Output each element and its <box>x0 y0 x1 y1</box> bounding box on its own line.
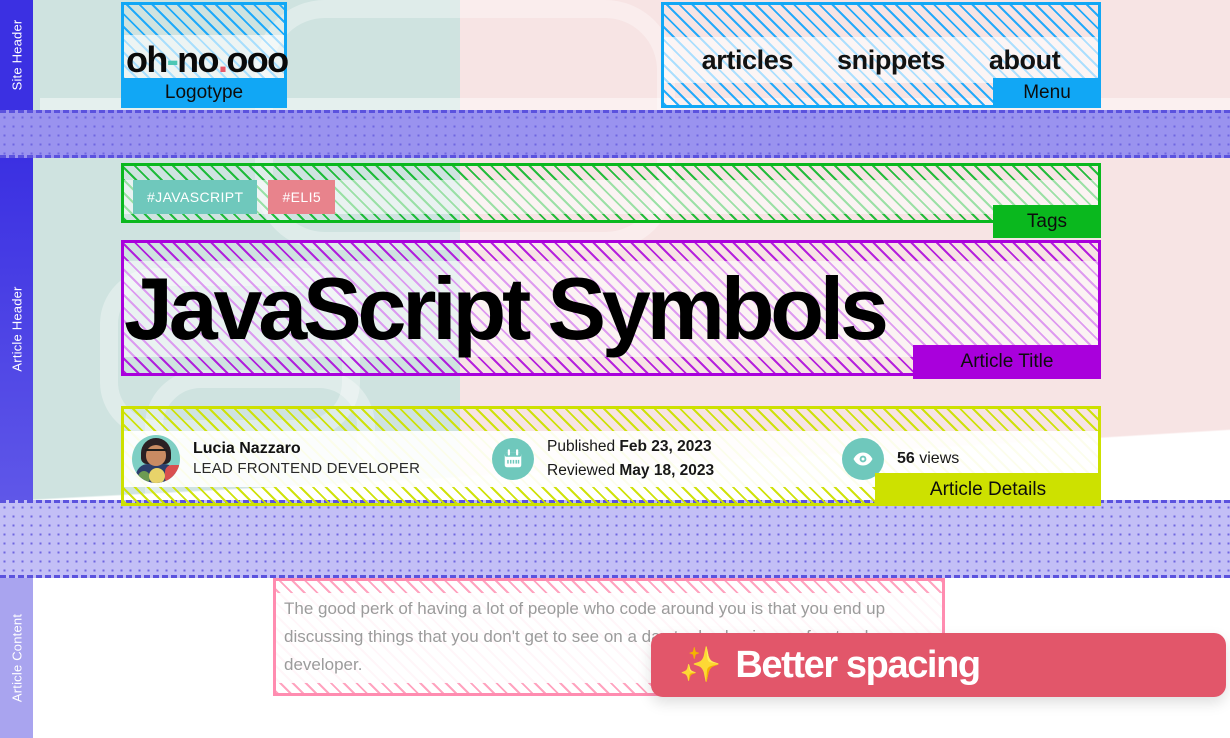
annotation-article-details: Article Details <box>875 473 1101 506</box>
site-nav[interactable]: articles snippets about <box>664 37 1098 83</box>
calendar-icon <box>492 438 534 480</box>
logo-part-one: oh <box>126 39 168 80</box>
sidebar-item-label: Article Content <box>9 613 24 703</box>
logo-part-three: ooo <box>226 39 289 80</box>
dates-text: Published Feb 23, 2023 Reviewed May 18, … <box>547 435 714 483</box>
nav-link-about[interactable]: about <box>989 45 1061 76</box>
annotation-menu: Menu <box>993 78 1101 108</box>
author-text: Lucia Nazzaro LEAD FRONTEND DEVELOPER <box>193 439 420 479</box>
toast-notification[interactable]: ✨ Better spacing <box>651 633 1226 697</box>
views-label: views <box>919 450 960 467</box>
sidebar-item-article-content: Article Content <box>0 578 33 738</box>
author-role: LEAD FRONTEND DEVELOPER <box>193 459 421 477</box>
reviewed-line: Reviewed May 18, 2023 <box>547 459 714 483</box>
author-name: Lucia Nazzaro <box>193 439 301 457</box>
dates-block: Published Feb 23, 2023 Reviewed May 18, … <box>492 435 842 483</box>
views-count: 56 <box>897 450 915 467</box>
sparkles-icon: ✨ <box>679 646 722 684</box>
nav-link-snippets[interactable]: snippets <box>837 45 945 76</box>
spacing-band-header <box>0 110 1230 158</box>
tag-list[interactable]: #JAVASCRIPT #ELI5 <box>133 180 336 214</box>
views-text: 56 views <box>897 450 959 468</box>
reviewed-value: May 18, 2023 <box>619 462 715 479</box>
logo-dash: - <box>166 39 179 80</box>
sidebar-item-label: Site Header <box>9 19 24 91</box>
page-root: Site Header Article Header Article Conte… <box>0 0 1230 738</box>
logo-dot: . <box>217 39 228 80</box>
toast-message: Better spacing <box>735 643 981 686</box>
avatar <box>132 435 180 483</box>
page-title: JavaScript Symbols <box>124 259 889 358</box>
published-line: Published Feb 23, 2023 <box>547 435 714 459</box>
published-value: Feb 23, 2023 <box>619 437 712 455</box>
tag-javascript[interactable]: #JAVASCRIPT <box>133 180 258 214</box>
tags-box[interactable]: #JAVASCRIPT #ELI5 <box>121 163 1101 223</box>
annotation-logotype: Logotype <box>121 78 287 108</box>
sidebar-item-article-header: Article Header <box>0 158 33 500</box>
annotation-article-title: Article Title <box>913 345 1101 379</box>
author-block[interactable]: Lucia Nazzaro LEAD FRONTEND DEVELOPER <box>132 435 492 483</box>
annotation-tags: Tags <box>993 205 1101 238</box>
tag-eli5[interactable]: #ELI5 <box>268 180 336 214</box>
sidebar-item-label: Article Header <box>9 286 24 372</box>
reviewed-label: Reviewed <box>547 462 616 479</box>
nav-link-articles[interactable]: articles <box>702 45 794 76</box>
logo-part-two: no <box>177 39 219 80</box>
published-label: Published <box>547 437 616 455</box>
sidebar-item-site-header: Site Header <box>0 0 33 110</box>
spacing-band-content <box>0 500 1230 578</box>
